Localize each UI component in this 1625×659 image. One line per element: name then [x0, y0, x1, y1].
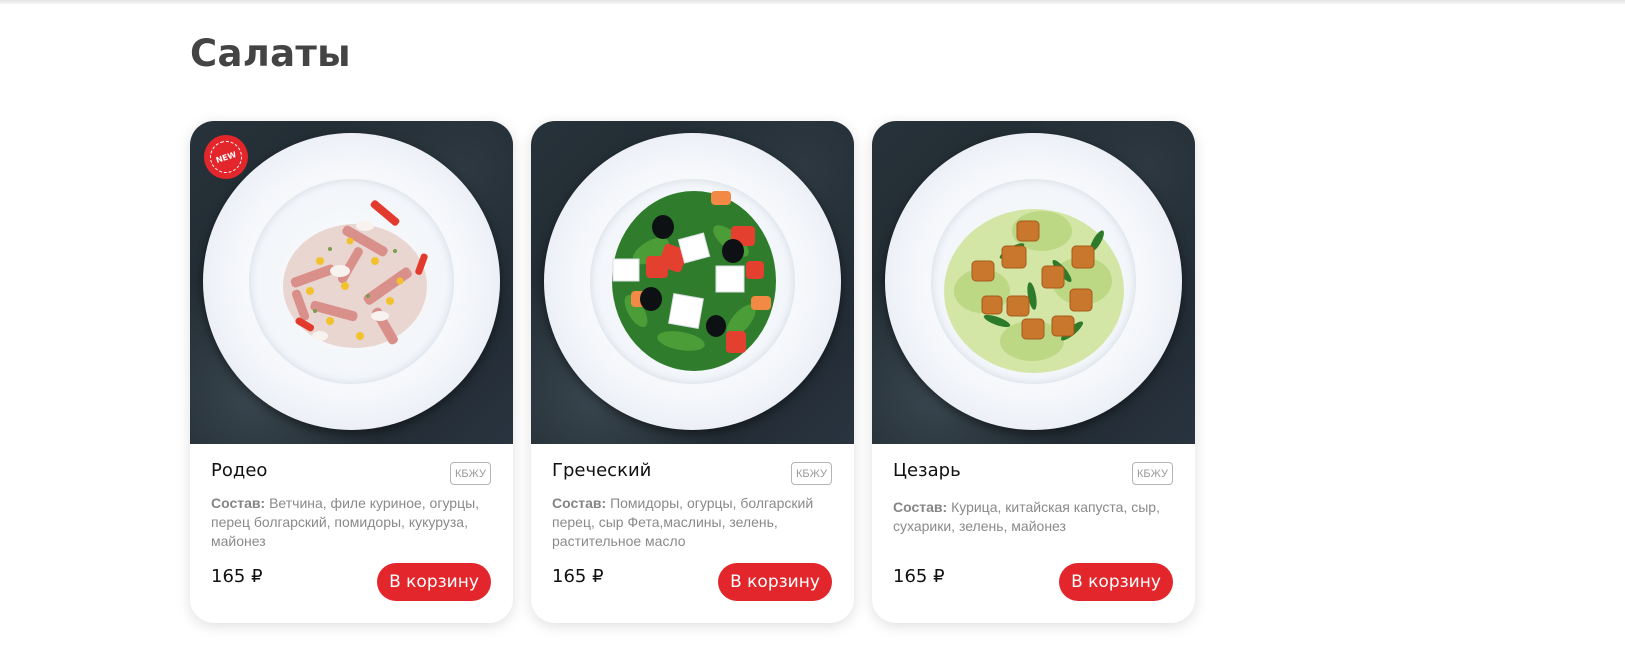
product-name[interactable]: Цезарь	[893, 460, 961, 481]
product-card-caesar[interactable]: Цезарь КБЖУ Состав: Курица, китайская ка…	[872, 121, 1195, 623]
composition-label: Состав:	[211, 495, 266, 511]
kbju-button[interactable]: КБЖУ	[791, 462, 832, 485]
product-composition: Состав: Курица, китайская капуста, сыр, …	[893, 498, 1178, 536]
product-price: 165 ₽	[211, 566, 263, 587]
header-divider	[0, 0, 1625, 4]
caesar-salad-image	[944, 209, 1124, 373]
product-composition: Состав: Помидоры, огурцы, болгарский пер…	[552, 494, 837, 551]
product-card-greek[interactable]: Греческий КБЖУ Состав: Помидоры, огурцы,…	[531, 121, 854, 623]
product-image-rodeo[interactable]: NEW	[190, 121, 513, 444]
greek-salad-image	[612, 191, 776, 371]
product-composition: Состав: Ветчина, филе куриное, огурцы, п…	[211, 494, 496, 551]
product-card-rodeo[interactable]: NEW Родео КБЖУ Состав: Ветчина, филе кур…	[190, 121, 513, 623]
new-badge: NEW	[205, 136, 247, 178]
product-name[interactable]: Родео	[211, 460, 267, 481]
add-to-cart-button[interactable]: В корзину	[1059, 563, 1173, 601]
composition-label: Состав:	[552, 495, 607, 511]
add-to-cart-button[interactable]: В корзину	[377, 563, 491, 601]
composition-label: Состав:	[893, 499, 948, 515]
product-price: 165 ₽	[552, 566, 604, 587]
product-image-greek[interactable]	[531, 121, 854, 444]
kbju-button[interactable]: КБЖУ	[1132, 462, 1173, 485]
product-image-caesar[interactable]	[872, 121, 1195, 444]
add-to-cart-button[interactable]: В корзину	[718, 563, 832, 601]
product-name[interactable]: Греческий	[552, 460, 651, 481]
product-price: 165 ₽	[893, 566, 945, 587]
section-title: Салаты	[190, 32, 351, 75]
kbju-button[interactable]: КБЖУ	[450, 462, 491, 485]
